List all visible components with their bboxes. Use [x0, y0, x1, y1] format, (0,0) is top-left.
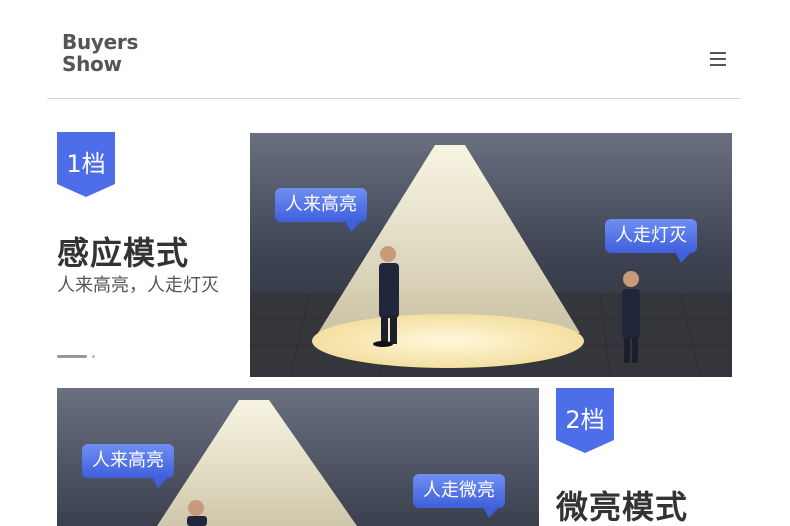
mode-2-title: 微亮模式	[556, 488, 689, 526]
mode-1-scene-image: 人来高亮 人走灯灭	[250, 133, 732, 377]
brand-logo[interactable]: Buyers Show	[62, 31, 138, 75]
mode-1-tag-near: 人来高亮	[275, 188, 367, 232]
pager-dot[interactable]	[92, 355, 95, 358]
brand-line-1: Buyers	[62, 30, 139, 54]
mode-2-badge: 2档	[556, 388, 614, 453]
mode-2-badge-label: 2档	[565, 406, 605, 434]
header: Buyers Show	[0, 0, 790, 100]
mode-1-subtitle: 人来高亮，人走灯灭	[57, 275, 219, 296]
pager-active-indicator[interactable]	[57, 355, 87, 358]
brand-line-2: Show	[62, 52, 122, 76]
mode-2-tag-near: 人来高亮	[82, 444, 174, 488]
hamburger-menu-icon[interactable]	[710, 52, 726, 66]
mode-1-title: 感应模式	[57, 234, 190, 272]
mode-1-badge-label: 1档	[66, 150, 106, 178]
header-divider	[47, 98, 741, 99]
mode-2-scene-image: 人来高亮 人走微亮	[57, 388, 539, 526]
mode-1-tag-far: 人走灯灭	[605, 219, 697, 263]
mode-2-tag-far: 人走微亮	[413, 474, 505, 518]
mode-1-badge: 1档	[57, 132, 115, 197]
